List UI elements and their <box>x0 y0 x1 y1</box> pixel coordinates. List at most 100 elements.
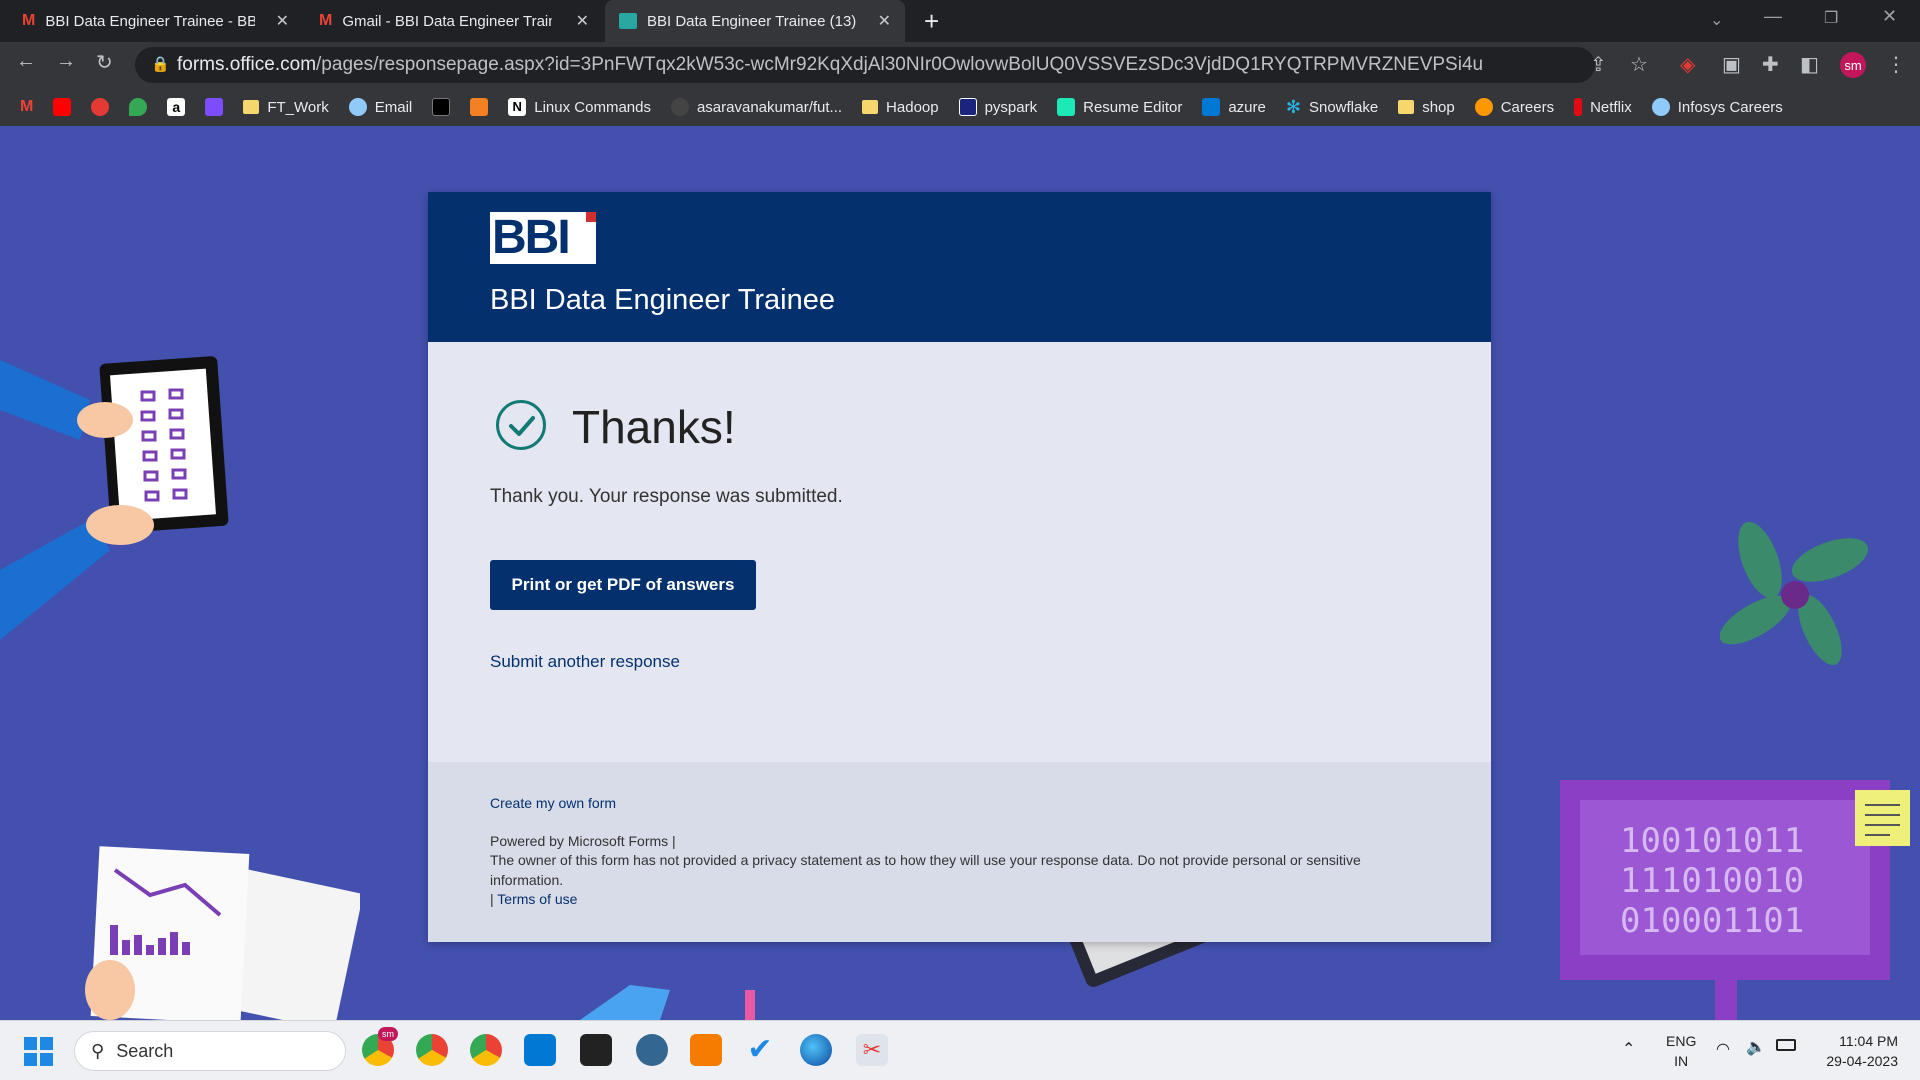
profile-avatar[interactable]: sm <box>1840 52 1866 78</box>
bookmark-label: Email <box>374 98 413 116</box>
bookmark-ft-work[interactable]: FT_Work <box>243 99 329 116</box>
hackerrank-icon <box>432 98 451 116</box>
search-icon: ⚲ <box>91 1040 105 1061</box>
create-form-link[interactable]: Create my own form <box>490 794 1429 814</box>
bookmark-azure[interactable]: azure <box>1202 98 1266 116</box>
terms-of-use-link[interactable]: Terms of use <box>497 891 577 907</box>
hackerrank-bookmark[interactable] <box>432 98 451 116</box>
wifi-icon[interactable]: ◠ <box>1716 1039 1730 1059</box>
close-window-icon[interactable]: ✕ <box>1882 6 1897 27</box>
close-tab-icon[interactable]: ✕ <box>576 11 589 31</box>
binary-line: 100101011 <box>1620 821 1804 861</box>
thanks-heading: Thanks! <box>572 401 736 453</box>
snipping-tool-icon[interactable]: ✂ <box>856 1034 888 1066</box>
menu-kebab-icon[interactable]: ⋮ <box>1886 52 1906 77</box>
reload-icon[interactable]: ↻ <box>96 50 113 75</box>
side-panel-icon[interactable]: ◧ <box>1800 52 1819 77</box>
resume-editor-icon <box>1057 98 1076 116</box>
mysql-terminal-icon[interactable] <box>580 1034 612 1066</box>
tool-bookmark[interactable] <box>205 98 224 116</box>
taskbar-search[interactable]: ⚲ Search <box>74 1031 346 1071</box>
battery-icon[interactable] <box>1776 1039 1796 1051</box>
logo-text: BBI <box>492 212 571 264</box>
submit-another-link[interactable]: Submit another response <box>490 652 680 672</box>
system-clock[interactable]: 11:04 PM 29-04-2023 <box>1822 1031 1898 1071</box>
postgresql-icon[interactable] <box>636 1034 668 1066</box>
bookmark-hadoop[interactable]: Hadoop <box>862 99 939 116</box>
browser-tab-strip: M BBI Data Engineer Trainee - BBID ✕ M G… <box>0 0 1920 42</box>
browser-tab-active[interactable]: BBI Data Engineer Trainee (13) ✕ <box>605 0 905 42</box>
browser-tab[interactable]: M Gmail - BBI Data Engineer Traine ✕ <box>305 0 603 42</box>
maps-bookmark[interactable] <box>129 98 148 116</box>
bookmark-careers[interactable]: Careers <box>1474 98 1555 116</box>
bookmark-star-icon[interactable]: ☆ <box>1630 52 1648 77</box>
extension-eye-icon[interactable]: ◈ <box>1680 52 1695 77</box>
volume-icon[interactable]: 🔈 <box>1746 1037 1766 1057</box>
bookmark-resume-editor[interactable]: Resume Editor <box>1057 98 1182 116</box>
tab-search-icon[interactable]: ⌄ <box>1710 10 1723 30</box>
bookmark-label: Careers <box>1500 98 1555 116</box>
powered-by-text: Powered by Microsoft Forms | <box>490 832 676 849</box>
form-footer: Create my own form Powered by Microsoft … <box>428 762 1491 942</box>
clock-date: 29-04-2023 <box>1826 1053 1898 1069</box>
amazon-bookmark[interactable]: a <box>167 98 186 116</box>
privacy-notice: The owner of this form has not provided … <box>490 852 1361 888</box>
close-tab-icon[interactable]: ✕ <box>878 11 891 31</box>
vscode-icon[interactable] <box>524 1034 556 1066</box>
tool-icon <box>205 98 224 116</box>
print-pdf-button[interactable]: Print or get PDF of answers <box>490 560 756 610</box>
terms-row: | Terms of use <box>490 890 1429 910</box>
language-code: ENG <box>1666 1033 1697 1049</box>
bookmark-snowflake[interactable]: ✻ Snowflake <box>1286 97 1378 118</box>
chrome-icon[interactable] <box>416 1034 448 1066</box>
language-indicator[interactable]: ENG IN <box>1666 1031 1696 1071</box>
tab-title: BBI Data Engineer Trainee (13) <box>647 12 857 30</box>
forward-icon[interactable]: → <box>56 50 76 73</box>
todo-check-icon[interactable]: ✔ <box>744 1034 776 1066</box>
youtube-bookmark[interactable] <box>53 98 72 116</box>
bookmark-label: pyspark <box>984 98 1038 116</box>
bookmark-github[interactable]: asaravanakumar/fut... <box>670 98 842 116</box>
chrome-icon[interactable] <box>470 1034 502 1066</box>
address-bar[interactable]: 🔒 forms.office.com/pages/responsepage.as… <box>135 47 1595 83</box>
media-icon[interactable]: ▣ <box>1722 52 1741 77</box>
cloud-icon <box>1651 98 1670 116</box>
email-icon <box>348 98 367 116</box>
folder-icon <box>862 100 879 114</box>
region-code: IN <box>1674 1053 1689 1069</box>
url-domain: forms.office.com <box>177 54 317 75</box>
back-icon[interactable]: ← <box>16 50 36 73</box>
careers-icon <box>1474 98 1493 116</box>
browser-toolbar: ← → ↻ 🔒 forms.office.com/pages/responsep… <box>0 42 1920 88</box>
stackoverflow-icon <box>470 98 489 116</box>
browser-tab[interactable]: M BBI Data Engineer Trainee - BBID ✕ <box>8 0 303 42</box>
search-placeholder: Search <box>116 1040 174 1061</box>
share-icon[interactable]: ⇪ <box>1590 52 1607 77</box>
extensions-puzzle-icon[interactable]: ✚ <box>1762 52 1779 77</box>
bookmark-email[interactable]: Email <box>348 98 413 116</box>
submission-message: Thank you. Your response was submitted. <box>490 486 843 507</box>
minimize-icon[interactable]: — <box>1764 6 1782 27</box>
chevron-up-icon[interactable]: ⌃ <box>1622 1039 1635 1059</box>
tablet-hands-illustration <box>0 356 229 640</box>
virtualbox-icon[interactable] <box>690 1034 722 1066</box>
gmail-bookmark[interactable]: M <box>20 98 33 116</box>
new-tab-button[interactable]: + <box>924 6 939 37</box>
check-circle-icon <box>496 400 546 450</box>
binary-monitor-illustration: 100101011 111010010 010001101 <box>1560 780 1910 1020</box>
music-bookmark[interactable] <box>91 98 110 116</box>
close-tab-icon[interactable]: ✕ <box>276 11 289 31</box>
bookmark-shop[interactable]: shop <box>1398 99 1455 116</box>
bbi-logo: BBI <box>490 212 596 264</box>
bookmark-label: azure <box>1228 98 1266 116</box>
binary-line: 010001101 <box>1620 901 1804 941</box>
bookmark-pyspark[interactable]: pyspark <box>958 98 1038 116</box>
stackoverflow-bookmark[interactable] <box>470 98 489 116</box>
bookmark-netflix[interactable]: Netflix <box>1574 98 1632 116</box>
azure-icon <box>1202 98 1221 116</box>
bookmark-infosys-careers[interactable]: Infosys Careers <box>1651 98 1783 116</box>
bookmark-linux-commands[interactable]: N Linux Commands <box>508 98 651 116</box>
edge-icon[interactable] <box>800 1034 832 1066</box>
windows-start-icon[interactable] <box>24 1037 54 1067</box>
restore-icon[interactable]: ❐ <box>1824 8 1838 28</box>
